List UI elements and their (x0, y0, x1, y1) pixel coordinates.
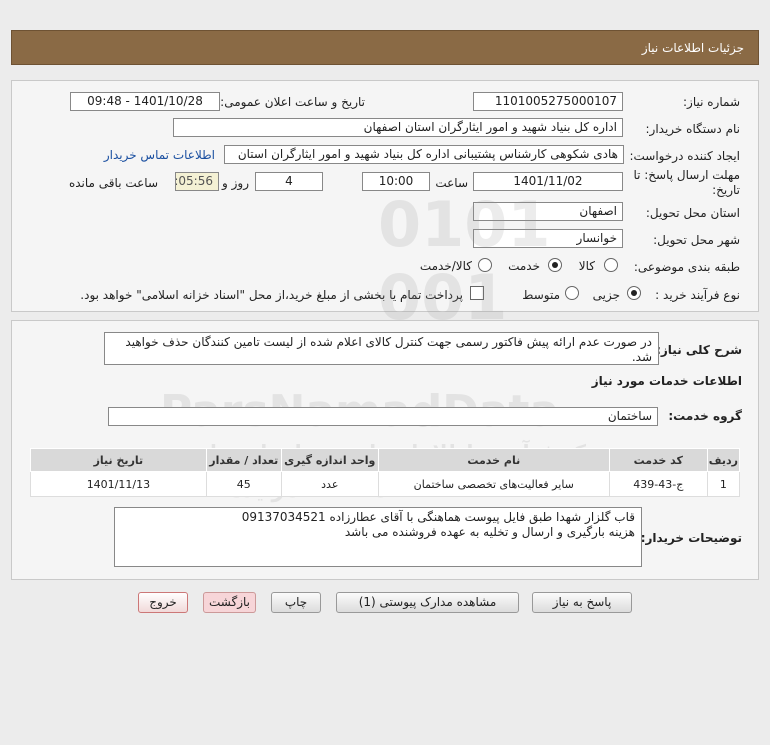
exit-button[interactable]: خروج (138, 592, 188, 613)
cell-row: 1 (706, 471, 741, 497)
col-quantity: تعداد / مقدار (205, 448, 282, 472)
deadline-label: مهلت ارسال پاسخ: تا (633, 168, 740, 182)
print-button[interactable]: چاپ (271, 592, 321, 613)
services-heading: اطلاعات خدمات مورد نیاز (591, 374, 742, 388)
announce-datetime-field[interactable]: 1401/10/28 - 09:48 (70, 92, 220, 111)
buyer-notes-line-2: هزینه بارگیری و ارسال و تخلیه به عهده فر… (344, 525, 635, 539)
process-type-label: نوع فرآیند خرید : (655, 288, 740, 302)
summary-label: شرح کلی نیاز: (656, 343, 742, 357)
days-label: روز و (222, 176, 249, 190)
buyer-org-field[interactable]: اداره کل بنیاد شهید و امور ایثارگران است… (173, 118, 623, 137)
cell-service-name: سایر فعالیت‌های تخصصی ساختمان (377, 471, 610, 497)
col-need-date: تاریخ نیاز (30, 448, 207, 472)
need-number-field[interactable]: 1101005275000107 (473, 92, 623, 111)
remaining-time-label: ساعت باقی مانده (68, 176, 158, 190)
need-info-panel (11, 80, 759, 312)
cell-quantity: 45 (205, 471, 282, 497)
deadline-time-field[interactable]: 10:00 (362, 172, 430, 191)
delivery-province-field[interactable]: اصفهان (473, 202, 623, 221)
back-button[interactable]: بازگشت (203, 592, 256, 613)
process-option-medium: متوسط (522, 288, 560, 302)
buyer-org-label: نام دستگاه خریدار: (645, 122, 741, 136)
process-radio-minor[interactable] (627, 286, 641, 300)
service-group-label: گروه خدمت: (668, 409, 742, 423)
services-table-header: ردیف کد خدمت نام خدمت واحد اندازه گیری ت… (30, 448, 741, 472)
summary-field[interactable]: در صورت عدم ارائه پیش فاکتور رسمی جهت کن… (104, 332, 659, 365)
col-service-code: کد خدمت (608, 448, 708, 472)
buyer-notes-label: توضیحات خریدار: (640, 531, 742, 545)
reply-button[interactable]: پاسخ به نیاز (532, 592, 632, 613)
col-row: ردیف (706, 448, 741, 472)
treasury-payment-note: پرداخت تمام یا بخشی از مبلغ خرید،از محل … (80, 288, 463, 302)
delivery-province-label: استان محل تحویل: (645, 206, 740, 220)
cell-need-date: 1401/11/13 (30, 471, 207, 497)
buyer-notes-line-1: قاب گلزار شهدا طبق فایل پیوست هماهنگی با… (241, 510, 635, 524)
process-radio-medium[interactable] (565, 286, 579, 300)
requester-label: ایجاد کننده درخواست: (629, 149, 740, 163)
need-number-label: شماره نیاز: (683, 95, 740, 109)
table-row[interactable]: 1 ج-43-439 سایر فعالیت‌های تخصصی ساختمان… (30, 471, 741, 497)
category-option-goods: کالا (578, 259, 595, 273)
col-service-name: نام خدمت (377, 448, 610, 472)
category-option-goods-service: کالا/خدمت (419, 259, 472, 273)
cell-service-code: ج-43-439 (608, 471, 708, 497)
delivery-city-label: شهر محل تحویل: (653, 233, 740, 247)
remaining-time-field: 00:05:56 (175, 172, 219, 191)
process-option-minor: جزیی (592, 288, 620, 302)
category-radio-goods-service[interactable] (478, 258, 492, 272)
col-unit: واحد اندازه گیری (280, 448, 379, 472)
requester-field[interactable]: هادی شکوهی کارشناس پشتیبانی اداره کل بنی… (224, 145, 624, 164)
page-header: جزئیات اطلاعات نیاز (11, 30, 759, 65)
days-remaining-field[interactable]: 4 (255, 172, 323, 191)
category-radio-service[interactable] (548, 258, 562, 272)
delivery-city-field[interactable]: خوانسار (473, 229, 623, 248)
treasury-payment-checkbox[interactable] (470, 286, 484, 300)
deadline-time-label: ساعت (435, 176, 468, 190)
view-attachments-button[interactable]: مشاهده مدارک پیوستی (1) (336, 592, 519, 613)
page-title: جزئیات اطلاعات نیاز (641, 41, 744, 55)
announce-label: تاریخ و ساعت اعلان عمومی: (220, 95, 365, 109)
buyer-notes-field[interactable]: قاب گلزار شهدا طبق فایل پیوست هماهنگی با… (114, 507, 642, 567)
buyer-contact-link[interactable]: اطلاعات تماس خریدار (104, 148, 215, 162)
category-radio-goods[interactable] (604, 258, 618, 272)
category-label: طبقه بندی موضوعی: (633, 260, 740, 274)
deadline-label-2: تاریخ: (712, 183, 740, 197)
cell-unit: عدد (280, 471, 379, 497)
services-table: ردیف کد خدمت نام خدمت واحد اندازه گیری ت… (30, 448, 741, 497)
deadline-date-field[interactable]: 1401/11/02 (473, 172, 623, 191)
service-group-field[interactable]: ساختمان (108, 407, 658, 426)
category-option-service: خدمت (508, 259, 540, 273)
